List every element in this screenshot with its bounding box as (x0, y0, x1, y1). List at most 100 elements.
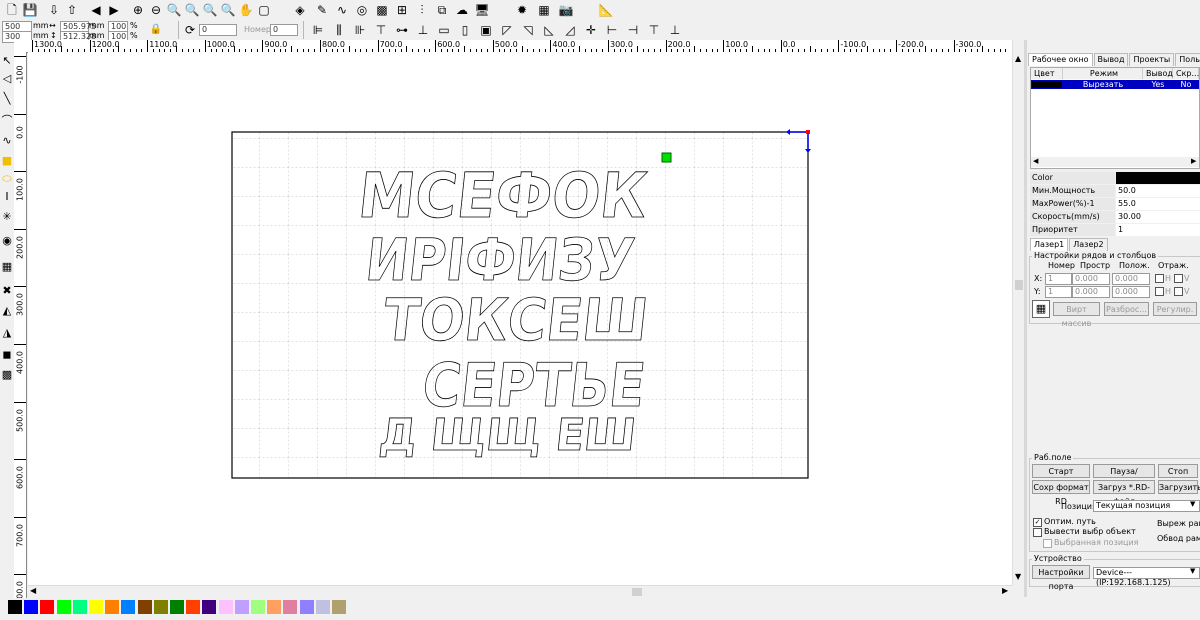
prop-speed-value[interactable]: 30.00 (1116, 211, 1200, 223)
tab-laser1[interactable]: Лазер1 (1030, 238, 1069, 251)
palette-swatch[interactable] (267, 600, 282, 614)
new-file-icon[interactable]: 🗋 (4, 2, 20, 18)
palette-swatch[interactable] (89, 600, 103, 614)
palette-swatch[interactable] (24, 600, 39, 614)
measure-icon[interactable]: 📐 (598, 2, 614, 18)
scroll-thumb-v[interactable] (1015, 280, 1023, 290)
same-height-icon[interactable]: ▯ (457, 22, 473, 38)
monitor-icon[interactable]: 🖥 (474, 2, 490, 18)
palette-swatch[interactable] (8, 600, 22, 614)
pan-icon[interactable]: ✋ (238, 2, 254, 18)
align-bottom-icon[interactable]: ⊥ (415, 22, 431, 38)
align-page-center-icon[interactable]: ⊥ (667, 22, 683, 38)
position-select[interactable]: Текущая позиция (1093, 500, 1200, 512)
scroll-thumb-h[interactable] (632, 588, 642, 596)
align-center-v-icon[interactable]: ⫼ (331, 22, 347, 38)
tab-output[interactable]: Вывод (1093, 53, 1129, 66)
align-tl-icon[interactable]: ◸ (499, 22, 515, 38)
palette-swatch[interactable] (72, 600, 87, 614)
zoom-in-icon[interactable]: ⊕ (130, 2, 146, 18)
undo-icon[interactable]: ◀ (88, 2, 104, 18)
align-page-icon[interactable]: ⊤ (646, 22, 662, 38)
array-icon[interactable]: ⊞ (394, 2, 410, 18)
tab-user[interactable]: Пользователь (1175, 53, 1200, 66)
table-h-scrollbar[interactable]: ◀ ▶ (1031, 157, 1199, 167)
array-y-v-checkbox[interactable] (1174, 287, 1183, 296)
scroll-left-icon[interactable]: ◀ (30, 586, 36, 595)
export-icon[interactable]: ⇧ (64, 2, 80, 18)
zoom-page-icon[interactable]: 🔍 (184, 2, 200, 18)
import-icon[interactable]: ⇩ (46, 2, 62, 18)
scroll-up-icon[interactable]: ▲ (1015, 54, 1021, 63)
palette-swatch[interactable] (186, 600, 201, 614)
selected-pos-checkbox[interactable] (1043, 539, 1052, 548)
array-y-number[interactable]: 1 (1045, 286, 1072, 298)
array-tool-icon[interactable]: ▩ (0, 368, 14, 382)
zoom-window-icon[interactable]: 🔍 (220, 2, 236, 18)
palette-swatch[interactable] (283, 600, 298, 614)
splitter[interactable] (1024, 40, 1027, 597)
scroll-down-icon[interactable]: ▼ (1015, 572, 1021, 581)
array-y-space[interactable]: 0.000 (1072, 286, 1110, 298)
curve-tool-icon[interactable]: ∿ (0, 134, 14, 148)
adjust-button[interactable]: Регулир. (1153, 302, 1197, 316)
align-left-icon[interactable]: ⊫ (310, 22, 326, 38)
bitmap-tool-icon[interactable]: ◉ (0, 234, 14, 248)
ellipse-icon[interactable]: ⬭ (0, 172, 14, 186)
node-icon[interactable]: ◈ (292, 2, 308, 18)
text-icon[interactable]: I (0, 190, 14, 204)
prop-color-value[interactable] (1116, 172, 1200, 184)
align-center-h-icon[interactable]: ⊶ (394, 22, 410, 38)
offset-icon[interactable]: ◎ (354, 2, 370, 18)
grid-tool-icon[interactable]: ▦ (0, 260, 14, 274)
palette-swatch[interactable] (170, 600, 184, 614)
camera-icon[interactable]: 📷 (558, 2, 574, 18)
array-y-h-checkbox[interactable] (1155, 287, 1164, 296)
save-icon[interactable]: 💾 (22, 2, 38, 18)
cloud-icon[interactable]: ☁ (454, 2, 470, 18)
curve-icon[interactable]: ∿ (334, 2, 350, 18)
distribute-h-icon[interactable]: ⊢ (604, 22, 620, 38)
chevron-down-icon[interactable]: ▼ (1190, 500, 1195, 508)
laser-icon[interactable]: ✹ (514, 2, 530, 18)
drawing-canvas[interactable]: МСЕФОК ИРІФИЗУ ТОКСЕШ СЕРТЬЕ Д ЩЩ ЕШ (28, 52, 1012, 585)
redo-icon[interactable]: ▶ (106, 2, 122, 18)
load-button[interactable]: Загрузить (1158, 480, 1200, 494)
palette-swatch[interactable] (137, 600, 152, 614)
array-x-h-checkbox[interactable] (1155, 274, 1164, 283)
fill-icon[interactable]: ◼ (0, 348, 14, 362)
weld-icon[interactable]: ⧉ (434, 2, 450, 18)
device-select[interactable]: Device---(IP:192.168.1.125) (1093, 567, 1200, 587)
delete-icon[interactable]: ✖ (0, 284, 14, 298)
cut-frame-button[interactable]: Выреж рамку (1157, 519, 1200, 529)
mirror-v-icon[interactable]: ◮ (0, 326, 14, 340)
align-icon[interactable]: ⫶ (414, 2, 430, 18)
start-button[interactable]: Старт (1032, 464, 1090, 478)
save-rd-button[interactable]: Сохр формат RD (1032, 480, 1090, 506)
palette-swatch[interactable] (202, 600, 217, 614)
palette-swatch[interactable] (153, 600, 168, 614)
palette-swatch[interactable] (56, 600, 71, 614)
table-row[interactable]: Вырезать Yes No (1031, 80, 1199, 89)
align-center-icon[interactable]: ✛ (583, 22, 599, 38)
select-arrow-icon[interactable]: ↖ (0, 54, 14, 68)
virtual-array-button[interactable]: Вирт массив (1053, 302, 1100, 328)
prop-priority-value[interactable]: 1 (1116, 224, 1200, 236)
array-x-space[interactable]: 0.000 (1072, 273, 1110, 285)
pen-icon[interactable]: ✎ (314, 2, 330, 18)
tab-laser2[interactable]: Лазер2 (1069, 238, 1108, 251)
dot-icon[interactable]: ✳ (0, 210, 14, 224)
palette-icon[interactable]: ▦ (536, 2, 552, 18)
palette-swatch[interactable] (234, 600, 249, 614)
bitmap-icon[interactable]: ▩ (374, 2, 390, 18)
palette-swatch[interactable] (121, 600, 136, 614)
tab-work-window[interactable]: Рабочее окно (1028, 53, 1093, 66)
align-tr-icon[interactable]: ◹ (520, 22, 536, 38)
output-selected-checkbox[interactable] (1033, 528, 1042, 537)
rectangle-select-icon[interactable]: ▢ (256, 2, 272, 18)
zoom-out-icon[interactable]: ⊖ (148, 2, 164, 18)
load-rd-button[interactable]: Загруз *.RD-файл (1093, 480, 1155, 506)
scatter-button[interactable]: Разброс... (1104, 302, 1149, 316)
zoom-select-icon[interactable]: 🔍 (202, 2, 218, 18)
canvas-h-scrollbar[interactable]: ◀ ▶ (28, 585, 1012, 598)
